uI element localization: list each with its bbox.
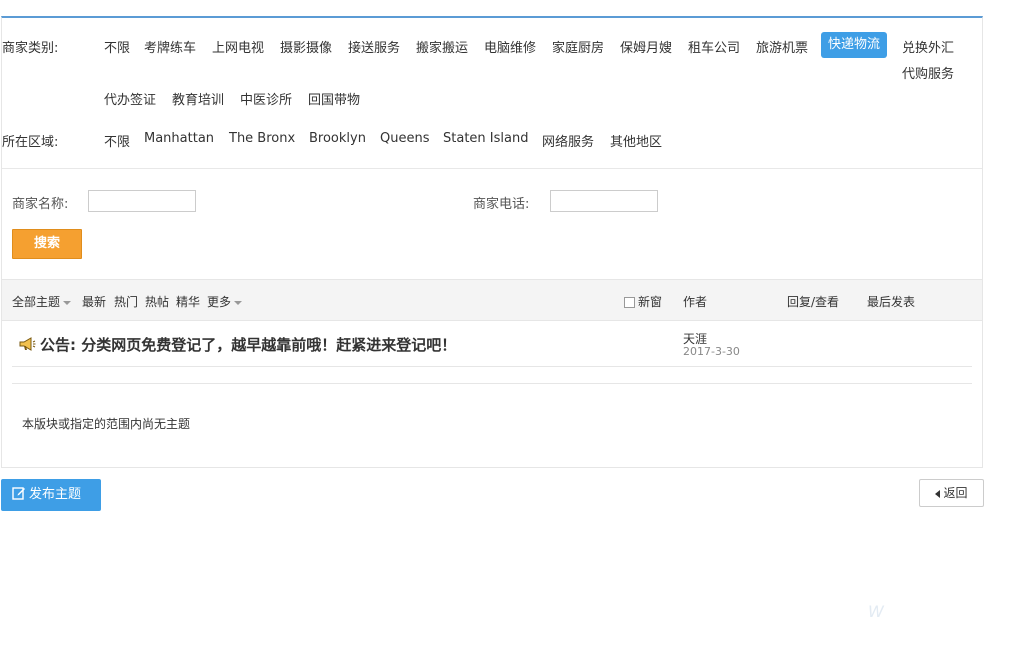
post-topic-label: 发布主题 xyxy=(29,487,82,502)
category-tag-education[interactable]: 教育培训 xyxy=(172,89,224,108)
all-topics-label: 全部主题 xyxy=(12,295,61,309)
more-label: 更多 xyxy=(207,295,232,309)
region-tag-queens[interactable]: Queens xyxy=(380,131,429,146)
category-tag-carry-home[interactable]: 回国带物 xyxy=(308,89,360,108)
watermark: W xyxy=(868,602,884,621)
category-tag-home-kitchen[interactable]: 家庭厨房 xyxy=(552,37,604,56)
empty-message: 本版块或指定的范围内尚无主题 xyxy=(22,417,191,431)
notice-prefix: 公告: xyxy=(40,336,76,354)
back-label: 返回 xyxy=(943,486,968,500)
category-filter-label: 商家类别: xyxy=(2,41,59,56)
merchant-phone-input[interactable] xyxy=(550,190,658,212)
category-tag-computer-repair[interactable]: 电脑维修 xyxy=(484,37,536,56)
region-tag-any[interactable]: 不限 xyxy=(104,131,130,150)
edit-icon xyxy=(12,487,25,500)
new-window-label: 新窗 xyxy=(638,295,663,309)
thread-list-header: 全部主题 最新 热门 热帖 精华 更多 新窗 作者 回复/查看 最后发表 xyxy=(2,279,982,321)
new-window-toggle[interactable]: 新窗 xyxy=(624,293,662,310)
category-tag-travel-tickets[interactable]: 旅游机票 xyxy=(756,37,808,56)
sort-hot-posts[interactable]: 热帖 xyxy=(145,293,169,310)
notice-date: 2017-3-30 xyxy=(683,345,740,358)
merchant-name-input[interactable] xyxy=(88,190,196,212)
forum-panel: 商家类别: 不限 考牌练车 上网电视 摄影摄像 接送服务 搬家搬运 电脑维修 家… xyxy=(1,16,983,468)
divider xyxy=(2,168,982,169)
last-post-column-header: 最后发表 xyxy=(867,295,916,309)
category-tag-purchasing[interactable]: 代购服务 xyxy=(902,63,954,82)
region-tag-staten-island[interactable]: Staten Island xyxy=(443,131,528,146)
sort-digest[interactable]: 精华 xyxy=(176,293,200,310)
region-tag-manhattan[interactable]: Manhattan xyxy=(144,131,214,146)
search-button[interactable]: 搜索 xyxy=(12,229,82,259)
category-tag-shuttle[interactable]: 接送服务 xyxy=(348,37,400,56)
all-topics-dropdown[interactable]: 全部主题 xyxy=(12,293,72,310)
region-tag-online[interactable]: 网络服务 xyxy=(542,131,594,150)
merchant-phone-label: 商家电话: xyxy=(473,197,530,212)
category-tag-photography[interactable]: 摄影摄像 xyxy=(280,37,332,56)
region-tag-other[interactable]: 其他地区 xyxy=(610,131,662,150)
more-dropdown[interactable]: 更多 xyxy=(207,293,243,310)
category-tag-express-delivery[interactable]: 快递物流 xyxy=(821,32,888,58)
category-tag-any[interactable]: 不限 xyxy=(104,37,130,56)
megaphone-icon xyxy=(19,337,36,351)
row-divider xyxy=(12,366,972,367)
back-arrow-icon xyxy=(935,489,941,498)
category-tag-chinese-medicine[interactable]: 中医诊所 xyxy=(240,89,292,108)
sort-hot[interactable]: 热门 xyxy=(114,293,138,310)
new-window-checkbox[interactable] xyxy=(624,297,635,308)
category-tag-currency-exchange[interactable]: 兑换外汇 xyxy=(902,37,954,56)
caret-down-icon xyxy=(63,300,72,305)
category-tag-moving[interactable]: 搬家搬运 xyxy=(416,37,468,56)
category-tag-internet-tv[interactable]: 上网电视 xyxy=(212,37,264,56)
replies-views-column-header: 回复/查看 xyxy=(787,295,840,309)
region-tag-brooklyn[interactable]: Brooklyn xyxy=(309,131,366,146)
post-topic-button[interactable]: 发布主题 xyxy=(1,479,101,511)
category-tag-driving[interactable]: 考牌练车 xyxy=(144,37,196,56)
back-button[interactable]: 返回 xyxy=(919,479,984,507)
category-tag-nanny[interactable]: 保姆月嫂 xyxy=(620,37,672,56)
category-tag-car-rental[interactable]: 租车公司 xyxy=(688,37,740,56)
region-filter-label: 所在区域: xyxy=(2,135,59,150)
author-column-header: 作者 xyxy=(683,295,708,309)
category-tag-visa[interactable]: 代办签证 xyxy=(104,89,156,108)
notice-title[interactable]: 分类网页免费登记了，越早越靠前哦！赶紧进来登记吧！ xyxy=(81,336,456,354)
sort-latest[interactable]: 最新 xyxy=(82,293,106,310)
row-divider xyxy=(12,383,972,384)
region-tag-bronx[interactable]: The Bronx xyxy=(229,131,295,146)
merchant-name-label: 商家名称: xyxy=(12,197,69,212)
caret-down-icon xyxy=(234,300,243,305)
notice-row[interactable]: 公告: 分类网页免费登记了，越早越靠前哦！赶紧进来登记吧！ xyxy=(18,334,456,355)
